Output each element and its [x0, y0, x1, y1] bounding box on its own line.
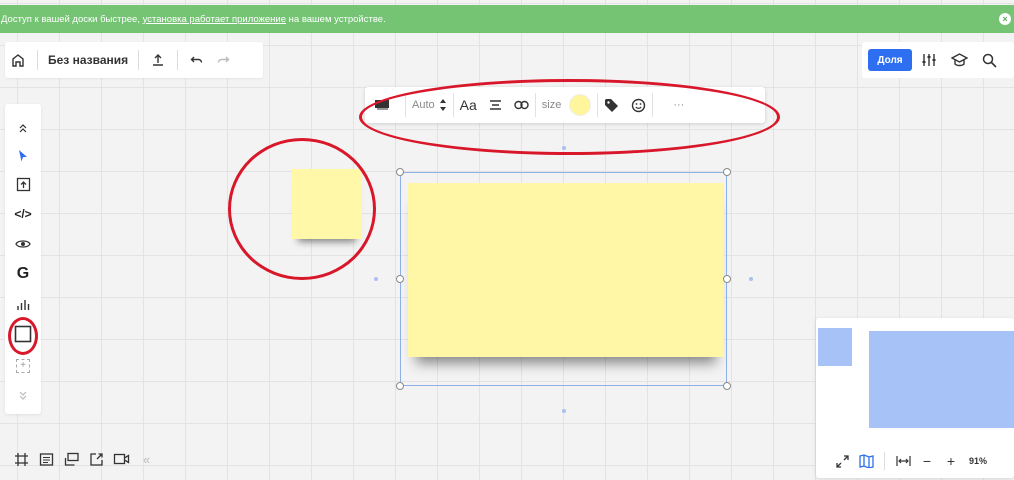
redo-icon — [217, 56, 230, 63]
connector-dot[interactable] — [374, 277, 378, 281]
undo-button[interactable] — [184, 46, 210, 74]
resize-handle[interactable] — [396, 168, 404, 176]
close-banner-button[interactable]: × — [999, 13, 1011, 25]
divider — [138, 50, 140, 70]
upload-frame-icon — [16, 177, 30, 191]
export-button[interactable] — [145, 46, 171, 74]
google-icon: G — [16, 265, 30, 282]
frames-icon — [15, 452, 28, 466]
add-more-tools-button[interactable]: + — [5, 354, 41, 378]
settings-button[interactable] — [916, 46, 942, 74]
video-icon — [113, 453, 130, 465]
home-icon — [12, 54, 24, 67]
select-cursor-icon — [19, 150, 27, 162]
tools-panel: </> G + — [5, 104, 41, 414]
share-screen-button[interactable] — [84, 445, 109, 473]
minimap-object[interactable] — [818, 328, 852, 366]
annotation-ring-sticky — [228, 138, 376, 280]
embed-code-tool[interactable]: </> — [5, 202, 41, 226]
settings-sliders-icon — [922, 54, 936, 66]
resize-handle[interactable] — [723, 382, 731, 390]
zoom-in-button[interactable]: + — [939, 449, 963, 473]
search-button[interactable] — [976, 46, 1002, 74]
selection-frame — [400, 172, 727, 386]
upload-tool[interactable] — [5, 172, 41, 196]
search-icon — [982, 53, 997, 68]
divider — [884, 452, 885, 470]
map-icon — [858, 454, 874, 468]
chart-icon — [17, 300, 30, 310]
board-actions: Доля — [862, 42, 1014, 78]
comments-button[interactable] — [34, 445, 59, 473]
google-tool[interactable]: G — [5, 262, 41, 286]
collapse-left-icon: « — [142, 451, 151, 467]
annotation-ring-toolbar — [359, 79, 780, 155]
video-button[interactable] — [109, 445, 134, 473]
install-app-banner: Доступ к вашей доски быстрее, установка … — [0, 5, 1014, 33]
resize-handle[interactable] — [396, 382, 404, 390]
embed-code-icon: </> — [14, 207, 32, 221]
divider — [37, 50, 38, 70]
cards-icon — [64, 452, 79, 466]
divider — [177, 50, 179, 70]
collapse-up-icon — [19, 124, 27, 133]
home-button[interactable] — [5, 46, 31, 74]
board-title[interactable]: Без названия — [44, 53, 132, 67]
board-toolbar: Без названия — [5, 42, 263, 78]
resize-handle[interactable] — [396, 275, 404, 283]
fullscreen-button[interactable] — [830, 449, 854, 473]
fullscreen-icon — [835, 454, 849, 468]
cards-button[interactable] — [59, 445, 84, 473]
select-tool[interactable] — [5, 144, 41, 168]
collapse-bottom-button[interactable]: « — [134, 445, 159, 473]
minimap-viewport[interactable] — [869, 331, 1014, 428]
fit-width-icon — [895, 456, 911, 466]
learning-cap-icon — [950, 53, 968, 67]
eye-icon — [15, 240, 31, 248]
minimap: − + 91% — [816, 318, 1014, 478]
collapse-tools-button[interactable] — [5, 116, 41, 140]
chart-tool[interactable] — [5, 292, 41, 316]
resize-handle[interactable] — [723, 275, 731, 283]
expand-down-icon — [19, 391, 27, 400]
minimap-toggle[interactable] — [854, 449, 878, 473]
comments-icon — [39, 452, 54, 466]
annotation-ring-shape-tool — [8, 317, 38, 355]
install-app-link[interactable]: установка работает приложение — [143, 14, 286, 25]
banner-text: Доступ к вашей доски быстрее, — [1, 13, 140, 25]
zoom-level[interactable]: 91% — [969, 456, 987, 466]
zoom-controls: − + 91% — [816, 448, 1014, 474]
share-screen-icon — [90, 452, 103, 466]
connector-dot[interactable] — [749, 277, 753, 281]
upload-icon — [153, 54, 164, 66]
bottom-toolbar: « — [5, 442, 185, 476]
frames-button[interactable] — [9, 445, 34, 473]
undo-icon — [190, 56, 203, 63]
expand-tools-button[interactable] — [5, 384, 41, 408]
add-more-icon: + — [16, 359, 30, 373]
visibility-tool[interactable] — [5, 232, 41, 256]
learning-button[interactable] — [946, 46, 972, 74]
redo-button[interactable] — [210, 46, 236, 74]
banner-text-end: на вашем устройстве. — [288, 13, 386, 25]
resize-handle[interactable] — [723, 168, 731, 176]
share-button[interactable]: Доля — [868, 49, 912, 71]
fit-width-button[interactable] — [891, 449, 915, 473]
connector-dot[interactable] — [562, 409, 566, 413]
zoom-out-button[interactable]: − — [915, 449, 939, 473]
